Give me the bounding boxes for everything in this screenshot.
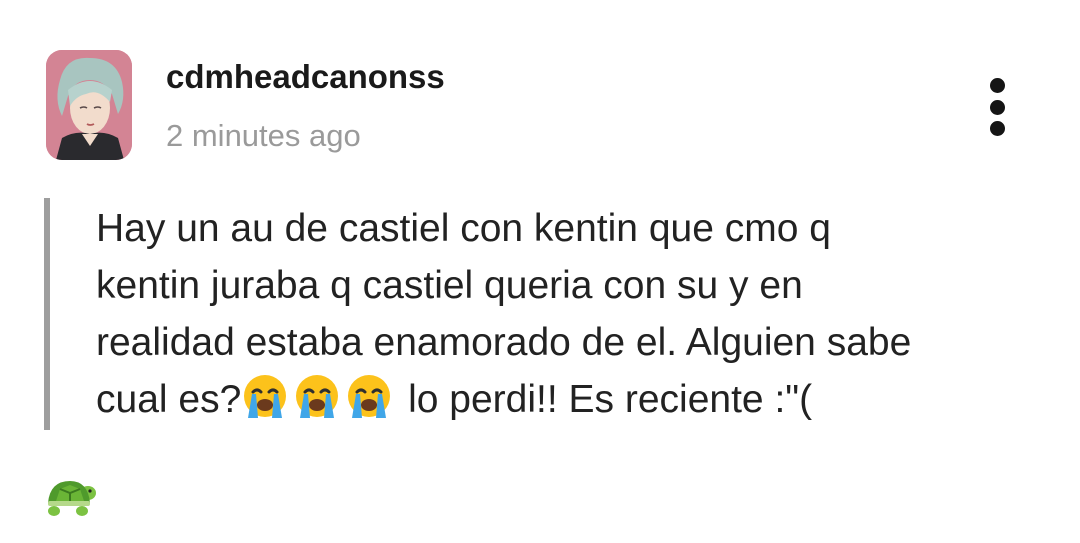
more-vertical-icon-dot: [989, 121, 1005, 136]
post-body-line: kentin juraba q castiel queria con su y …: [96, 264, 803, 307]
more-options-button[interactable]: [972, 70, 1022, 144]
avatar-image: [46, 50, 132, 160]
more-vertical-icon-dot: [989, 78, 1005, 93]
post-body-text: cual es?: [96, 378, 242, 421]
loudly-crying-face-emoji: [296, 375, 339, 418]
post-body-line: realidad estaba enamorado de el. Alguien…: [96, 321, 912, 364]
quote-bar: [44, 198, 50, 430]
post-timestamp: 2 minutes ago: [166, 118, 361, 153]
loudly-crying-face-emoji: [244, 375, 287, 418]
post-body: Hay un au de castiel con kentin que cmo …: [96, 200, 1046, 428]
post-body-line: cual es? lo perdi!! Es reciente :"(: [96, 371, 1046, 428]
loudly-crying-face-emoji: [348, 375, 391, 418]
post-body-line: Hay un au de castiel con kentin que cmo …: [96, 207, 831, 250]
more-vertical-icon-dot: [989, 99, 1005, 115]
author-username[interactable]: cdmheadcanonss: [166, 58, 445, 96]
post-body-text: lo perdi!! Es reciente :"(: [397, 378, 813, 421]
turtle-emoji: [48, 481, 96, 516]
avatar[interactable]: [46, 50, 132, 160]
